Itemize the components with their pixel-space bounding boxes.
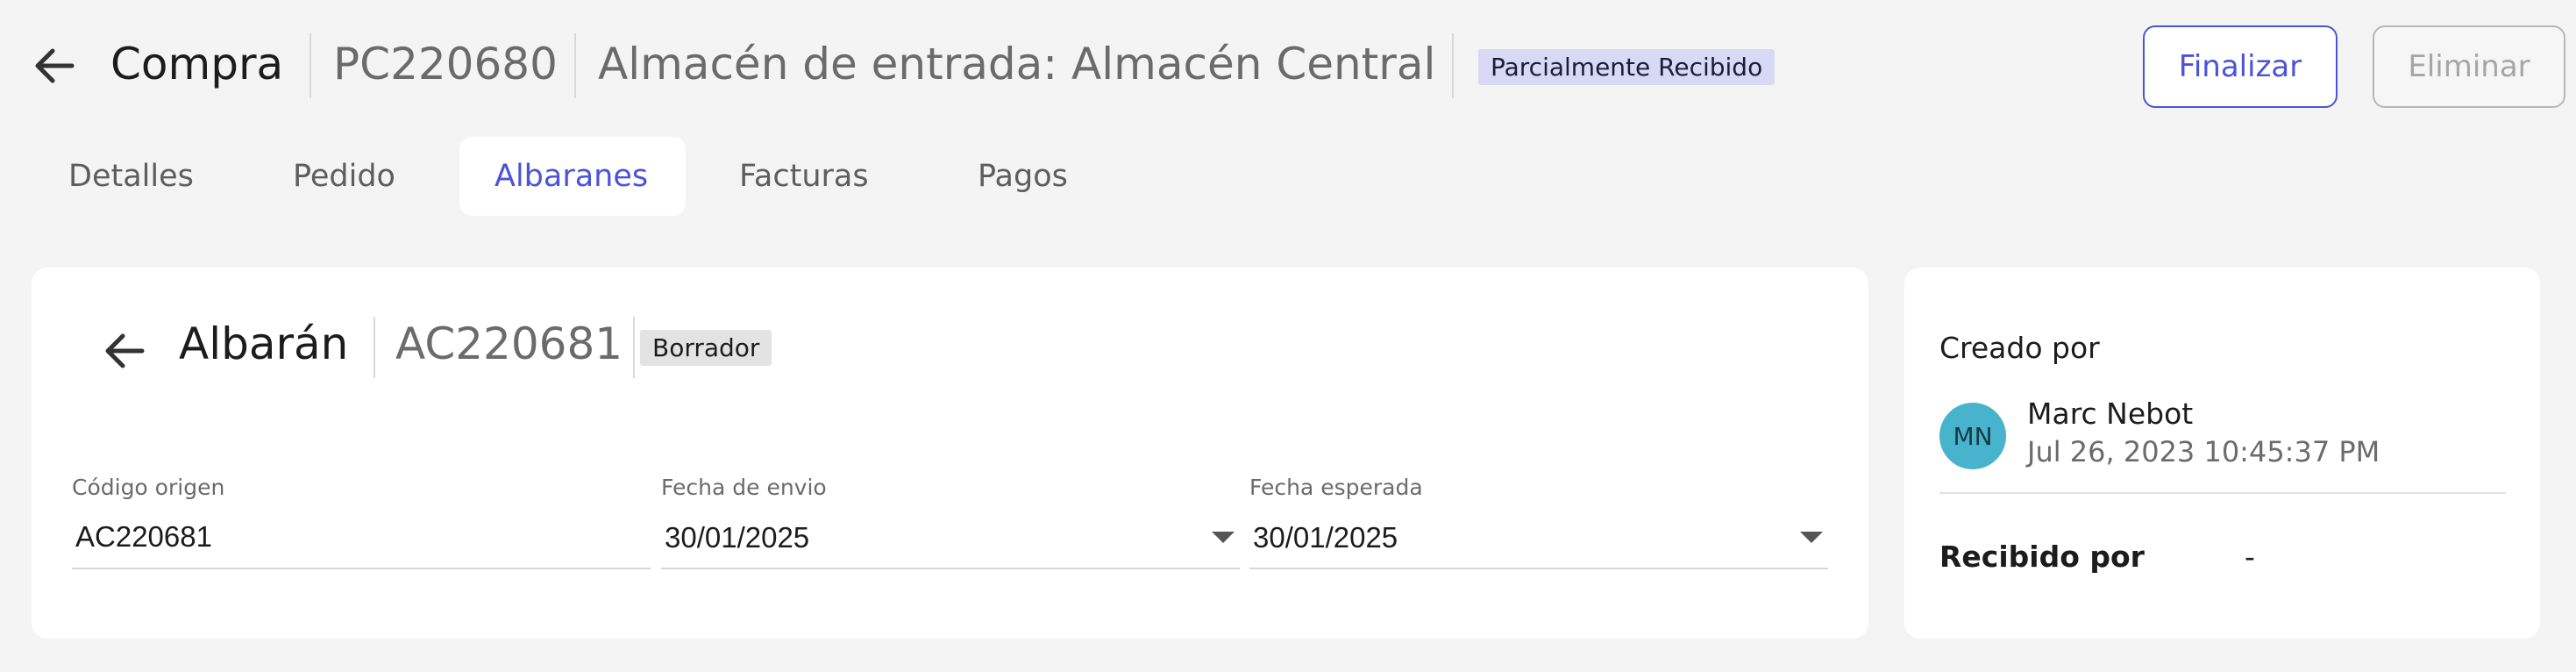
creator-name: Marc Nebot (2027, 397, 2194, 431)
finalize-button[interactable]: Finalizar (2143, 25, 2338, 108)
tab-pagos[interactable]: Pagos (978, 159, 1068, 194)
purchase-code: PC220680 (333, 39, 558, 89)
received-by-value: - (2245, 540, 2255, 574)
back-arrow-icon[interactable] (102, 327, 146, 375)
warehouse-label: Almacén de entrada: Almacén Central (598, 39, 1436, 89)
albaran-code: AC220681 (395, 318, 623, 369)
ship-date-input[interactable] (661, 516, 1178, 560)
chevron-down-icon[interactable] (1800, 532, 1823, 543)
ship-date-label: Fecha de envio (661, 475, 827, 500)
tab-pedido[interactable]: Pedido (293, 159, 395, 194)
info-card: Creado por MN Marc Nebot Jul 26, 2023 10… (1904, 268, 2540, 639)
received-by-label: Recibido por (1939, 540, 2145, 574)
divider (374, 317, 375, 378)
divider (310, 33, 311, 98)
origin-code-input[interactable] (72, 515, 651, 559)
delete-button[interactable]: Eliminar (2373, 25, 2565, 108)
divider (574, 33, 576, 98)
divider (1939, 492, 2506, 494)
page-title: Compra (110, 39, 284, 89)
expected-date-label: Fecha esperada (1249, 475, 1423, 500)
origin-code-label: Código origen (72, 475, 225, 500)
created-by-label: Creado por (1939, 331, 2100, 365)
field-underline (1249, 568, 1828, 569)
tab-detalles[interactable]: Detalles (68, 159, 194, 194)
albaran-title: Albarán (179, 318, 349, 369)
expected-date-input[interactable] (1249, 516, 1767, 560)
field-underline (72, 568, 651, 569)
avatar: MN (1939, 403, 2006, 469)
creator-date: Jul 26, 2023 10:45:37 PM (2027, 435, 2380, 468)
field-underline (661, 568, 1240, 569)
chevron-down-icon[interactable] (1212, 532, 1235, 543)
tab-albaranes[interactable]: Albaranes (495, 159, 648, 194)
divider (1452, 33, 1454, 98)
tab-facturas[interactable]: Facturas (739, 159, 869, 194)
draft-badge: Borrador (640, 330, 772, 366)
albaran-card: Albarán AC220681 Borrador Código origen … (32, 268, 1868, 639)
divider (633, 317, 635, 378)
status-badge: Parcialmente Recibido (1478, 49, 1775, 85)
back-arrow-icon[interactable] (32, 42, 75, 89)
